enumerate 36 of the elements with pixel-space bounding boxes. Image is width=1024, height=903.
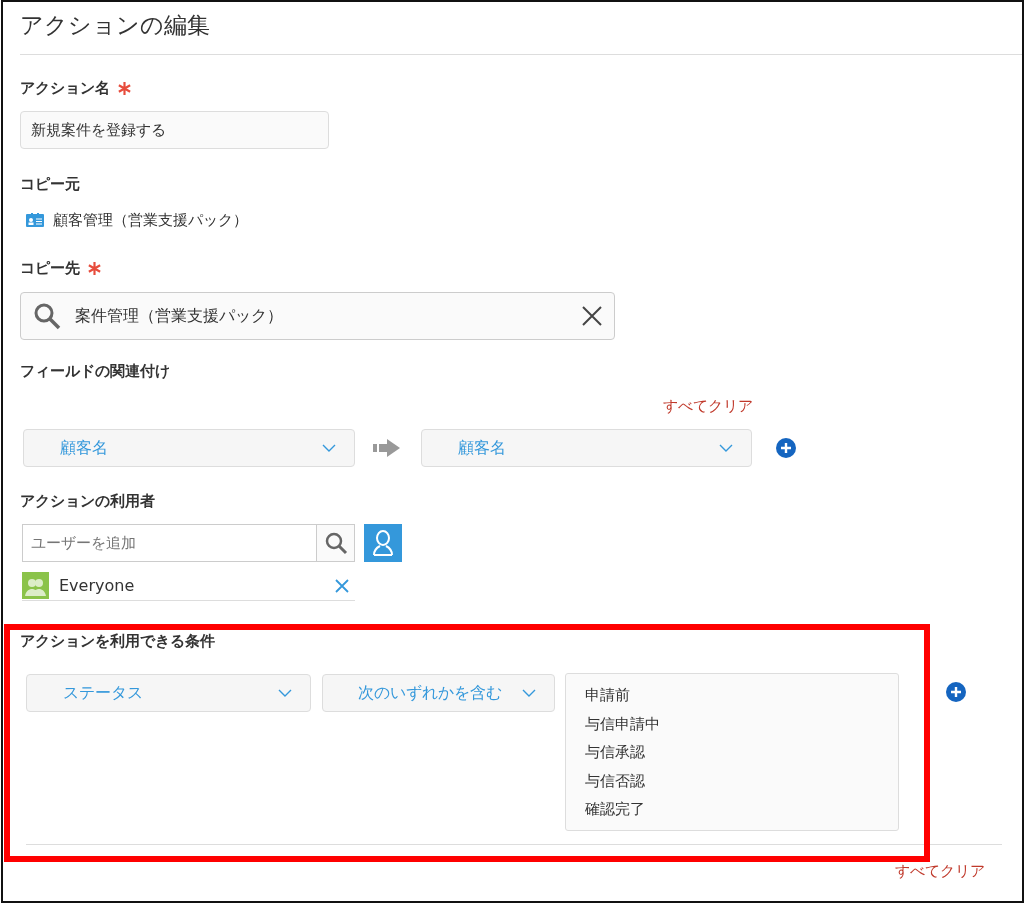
field-label: コピー元 — [20, 174, 80, 194]
clear-all-link[interactable]: すべてクリア — [895, 862, 985, 881]
status-option[interactable]: 与信申請中 — [585, 709, 898, 738]
arrow-right-icon — [373, 438, 401, 458]
chevron-down-icon — [278, 689, 292, 697]
page-title: アクションの編集 — [20, 11, 211, 40]
field-label: コピー先 — [20, 258, 80, 278]
add-user-field[interactable]: ユーザーを追加 — [22, 524, 317, 562]
status-option[interactable]: 与信否認 — [585, 766, 898, 795]
group-avatar-icon — [22, 572, 49, 599]
chevron-down-icon — [719, 444, 733, 452]
source-app-name: 顧客管理（営業支援パック） — [53, 210, 248, 230]
chevron-down-icon — [322, 444, 336, 452]
search-icon — [33, 302, 61, 330]
field-label: アクションを利用できる条件 — [20, 631, 215, 651]
person-icon — [370, 529, 396, 557]
app-card-icon — [26, 213, 44, 227]
action-name-field[interactable]: 新規案件を登録する — [20, 111, 329, 149]
remove-button[interactable] — [335, 578, 349, 593]
close-icon[interactable] — [582, 306, 602, 326]
status-option[interactable]: 申請前 — [585, 681, 898, 710]
search-icon — [323, 531, 348, 555]
add-button[interactable] — [946, 682, 966, 702]
user-name: Everyone — [59, 576, 135, 595]
destination-search-field[interactable]: 案件管理（営業支援パック） — [20, 292, 615, 340]
status-option[interactable]: 与信承認 — [585, 738, 898, 767]
clear-all-link[interactable]: すべてクリア — [663, 397, 753, 416]
status-list[interactable]: 申請前 与信申請中 与信承認 与信否認 確認完了 — [565, 673, 899, 831]
field-label: フィールドの関連付け — [20, 361, 170, 381]
status-option[interactable]: 確認完了 — [585, 795, 898, 824]
user-picker-button[interactable] — [364, 524, 402, 562]
chevron-down-icon — [522, 689, 536, 697]
field-label: アクション名 — [20, 78, 110, 98]
add-button[interactable] — [776, 438, 796, 458]
search-button[interactable] — [317, 524, 355, 562]
field-label: アクションの利用者 — [20, 491, 155, 511]
